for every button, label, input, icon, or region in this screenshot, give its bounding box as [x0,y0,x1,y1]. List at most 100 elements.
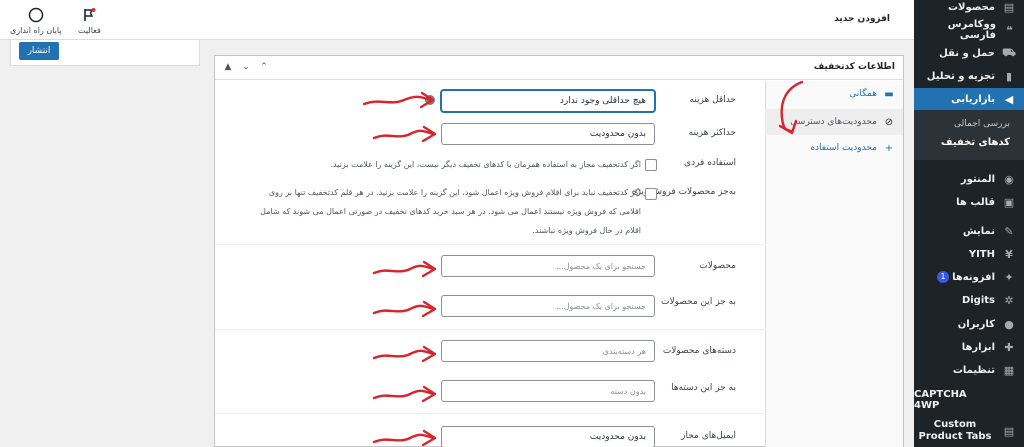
section-divider [215,244,766,245]
annotation-arrow [778,80,804,135]
sidebar-item-label: Digits [961,294,995,306]
exclude-sale-description-line3: اقلام در حال فروش ویژه نباشند. [532,226,641,235]
products-search-input[interactable]: جستجو برای یک محصول... [441,255,655,277]
annotation-arrow [372,429,437,447]
allowed-emails-label: ایمیل‌های مجاز [681,431,736,441]
sidebar-item-elementor[interactable]: ◉ المنتور [914,168,1024,190]
plugins-icon: ✦ [1004,270,1014,284]
max-spend-label: حداکثر هزینه [688,128,736,138]
submenu-item-overview[interactable]: بررسی اجمالی [954,119,1010,129]
publish-box: انتشار [10,40,200,66]
finish-setup-label: پایان راه اندازی [10,26,62,35]
annotation-arrow [372,125,437,143]
sidebar-item-label: کاربران [957,318,995,330]
sidebar-item-label: محصولات [947,1,995,13]
annotation-arrow [372,385,437,403]
page-title: افزودن جدید [834,14,890,24]
publish-button[interactable]: انتشار [19,42,59,60]
sidebar-item-label: Custom Product Tabs [918,419,992,442]
tab-general-label: همگانی [849,89,877,99]
product-categories-input[interactable]: هر دسته‌بندی [441,340,655,362]
finish-setup-button[interactable]: پایان راه اندازی [10,6,62,35]
min-spend-label: حداقل هزینه [689,95,736,105]
chevron-down-icon[interactable]: ⌄ [239,60,253,74]
sidebar-item-label: قالب ها [956,196,995,208]
settings-icon: ▦ [1003,363,1015,377]
sidebar-item-label: افزونه‌ها [952,271,995,283]
marketing-submenu: بررسی اجمالی کدهای تخفیف [914,110,1024,160]
admin-sidebar: ▤ محصولات ❝ ووکامرس فارسی ⛟ حمل و نقل ▮ … [914,0,1024,447]
truck-icon: ⛟ [1002,45,1016,59]
sidebar-item-settings[interactable]: ▦ تنظیمات [914,359,1024,381]
plus-icon: + [884,142,894,154]
sidebar-item-marketing[interactable]: ◀ بازاریابی [914,88,1024,110]
sidebar-item-label: CAPTCHA 4WP [914,389,967,411]
sidebar-item-analytics[interactable]: ▮ تجزیه و تحلیل [914,65,1024,87]
captcha-icon [1002,393,1016,407]
exclude-sale-items-checkbox[interactable] [645,188,657,200]
tab-usage-limits[interactable]: + محدودیت استفاده [765,135,903,161]
sidebar-item-products[interactable]: ▤ محصولات [914,0,1024,18]
appearance-icon: ✎ [1004,224,1014,238]
annotation-arrow [372,300,437,318]
submenu-item-coupons[interactable]: کدهای تخفیف [941,137,1010,148]
exclude-products-search-input[interactable]: جستجو برای یک محصول... [441,295,655,317]
sidebar-item-digits[interactable]: ✲ Digits [914,289,1024,311]
exclude-categories-input[interactable]: بدون دسته [441,380,655,402]
exclude-sale-description-line1: اگر کدتخفیف نباید برای اقلام فروش ویژه ا… [268,188,641,197]
sidebar-item-label: المنتور [960,173,995,185]
sidebar-item-templates[interactable]: ▣ قالب ها [914,191,1024,213]
sidebar-item-label: ووکامرس فارسی [947,19,996,41]
megaphone-icon: ◀ [1004,92,1014,106]
sidebar-item-label: تنظیمات [952,364,995,376]
sidebar-item-plugins[interactable]: ✦ افزونه‌ها 1 [914,266,1024,288]
templates-icon: ▣ [1003,195,1015,209]
tab-usage-limits-label: محدودیت استفاده [810,143,877,153]
restriction-icon: ⊘ [884,116,894,128]
flag-icon [80,6,98,24]
sidebar-item-custom-product-tabs[interactable]: ▤ Custom Product Tabs [914,416,1024,446]
min-spend-input[interactable]: هیچ حداقلی وجود ندارد [441,90,655,112]
sidebar-item-captcha4wp[interactable]: CAPTCHA 4WP [914,389,1024,411]
panel-header: ▲ ⌄ ⌃ اطلاعات کدتخفیف [215,56,903,80]
exclude-products-label: به جز این محصولات [661,297,736,307]
top-header-bar: پایان راه اندازی فعالیت افزودن جدید [0,0,914,40]
collapse-toggle-icon[interactable]: ⌃ [257,60,271,74]
sidebar-item-woocommerce-farsi[interactable]: ❝ ووکامرس فارسی [914,19,1024,41]
max-spend-input[interactable]: بدون محدودیت [441,123,655,145]
panel-controls: ▲ ⌄ ⌃ [221,60,271,74]
products-icon: ▤ [1003,0,1015,14]
sidebar-item-tools[interactable]: ✚ ابزارها [914,336,1024,358]
users-icon: ● [1004,317,1014,331]
section-divider [215,413,766,414]
activity-button[interactable]: فعالیت [78,6,101,35]
progress-circle-icon [27,6,45,24]
annotation-arrow [372,345,437,363]
sidebar-item-shipping[interactable]: ⛟ حمل و نقل [914,42,1024,64]
yith-icon: ¥ [1005,247,1013,261]
chat-icon: ❝ [1006,23,1013,37]
section-divider [215,329,766,330]
products-label: محصولات [699,261,736,271]
sidebar-item-label: بازاریابی [951,93,995,105]
individual-use-label: استفاده فردی [684,158,736,168]
chevron-up-icon[interactable]: ▲ [221,60,235,74]
exclude-categories-label: به جز این دسته‌ها [671,383,736,393]
analytics-icon: ▮ [1005,69,1013,83]
annotation-arrow [372,260,437,278]
sidebar-item-label: نمایش [962,225,995,237]
product-categories-label: دسته‌های محصولات [662,346,736,356]
exclude-sale-description-line2: اقلامی که فروش ویژه نیستند اعمال می شود.… [260,207,641,216]
sidebar-item-label: تجزیه و تحلیل [926,70,995,82]
annotation-arrow [362,91,435,109]
elementor-icon: ◉ [1004,172,1014,186]
individual-use-checkbox[interactable] [645,159,657,171]
individual-use-description: اگر کدتخفیف مجاز به استفاده همزمان با کد… [330,160,641,169]
sidebar-item-users[interactable]: ● کاربران [914,313,1024,335]
panel-title: اطلاعات کدتخفیف [813,62,895,72]
restriction-fields: حداقل هزینه ? هیچ حداقلی وجود ندارد حداک… [215,81,766,447]
sidebar-item-yith[interactable]: ¥ YITH [914,243,1024,265]
digits-icon: ✲ [1004,293,1014,307]
sidebar-item-appearance[interactable]: ✎ نمایش [914,220,1024,242]
allowed-emails-input[interactable]: بدون محدودیت [441,426,655,447]
